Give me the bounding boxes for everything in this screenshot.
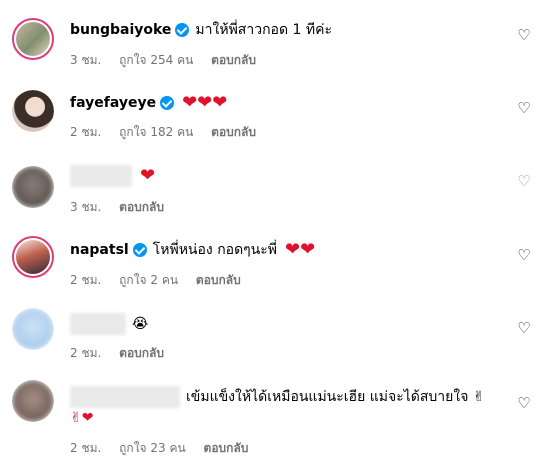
blurred-username	[70, 165, 132, 187]
verified-badge-icon	[160, 96, 175, 110]
reply-button[interactable]: ตอบกลับ	[211, 53, 256, 67]
verified-badge-icon	[175, 23, 190, 37]
comment-text: มาให้พี่สาวกอด 1 ทีค่ะ	[195, 22, 332, 38]
heart-outline-icon[interactable]: ♡	[517, 28, 531, 43]
comment-likes[interactable]: ถูกใจ 254 คน	[119, 53, 193, 67]
blurred-username	[70, 313, 126, 335]
comment-username[interactable]: napatsl	[70, 240, 129, 260]
heart-emoji: ❤❤❤	[182, 92, 228, 113]
comment-likes[interactable]: ถูกใจ 182 คน	[119, 125, 193, 139]
avatar[interactable]	[12, 380, 54, 422]
reply-button[interactable]: ตอบกลับ	[119, 200, 164, 214]
comment-time[interactable]: 2 ชม.	[70, 441, 101, 455]
comment-text: เข้มแข็งให้ได้เหมือนแม่นะเฮีย แม่จะได้สบ…	[186, 389, 485, 405]
avatar[interactable]	[12, 308, 54, 350]
reply-button[interactable]: ตอบกลับ	[196, 273, 241, 287]
comment-time[interactable]: 2 ชม.	[70, 125, 101, 139]
comment-username[interactable]: bungbaiyoke	[70, 20, 171, 40]
comment-text-continued: ✌❤	[70, 410, 94, 426]
comment-likes[interactable]: ถูกใจ 2 คน	[119, 273, 178, 287]
avatar[interactable]	[12, 236, 54, 278]
reply-button[interactable]: ตอบกลับ	[119, 346, 164, 360]
reply-button[interactable]: ตอบกลับ	[211, 125, 256, 139]
blurred-username	[70, 386, 180, 408]
heart-outline-icon[interactable]: ♡	[517, 321, 531, 336]
comment-time[interactable]: 3 ชม.	[70, 53, 101, 67]
avatar[interactable]	[12, 18, 54, 60]
avatar[interactable]	[12, 90, 54, 132]
verified-badge-icon	[132, 243, 147, 257]
comment-time[interactable]: 2 ชม.	[70, 346, 101, 360]
comment-likes[interactable]: ถูกใจ 23 คน	[119, 441, 186, 455]
heart-emoji: ❤❤	[285, 239, 316, 260]
comment-username[interactable]: fayefayeye	[70, 93, 156, 113]
heart-outline-icon[interactable]: ♡	[517, 396, 531, 411]
comment-time[interactable]: 2 ชม.	[70, 273, 101, 287]
comment-text: โหพี่หน่อง กอดๆนะพี่	[152, 242, 278, 258]
comment-text: 😭	[132, 316, 149, 332]
heart-emoji: ❤	[140, 165, 156, 186]
heart-outline-icon[interactable]: ♡	[517, 101, 531, 116]
reply-button[interactable]: ตอบกลับ	[204, 441, 249, 455]
avatar[interactable]	[12, 166, 54, 208]
heart-outline-icon[interactable]: ♡	[517, 248, 531, 263]
comment-time[interactable]: 3 ชม.	[70, 200, 101, 214]
heart-outline-icon[interactable]: ♡	[517, 174, 531, 189]
